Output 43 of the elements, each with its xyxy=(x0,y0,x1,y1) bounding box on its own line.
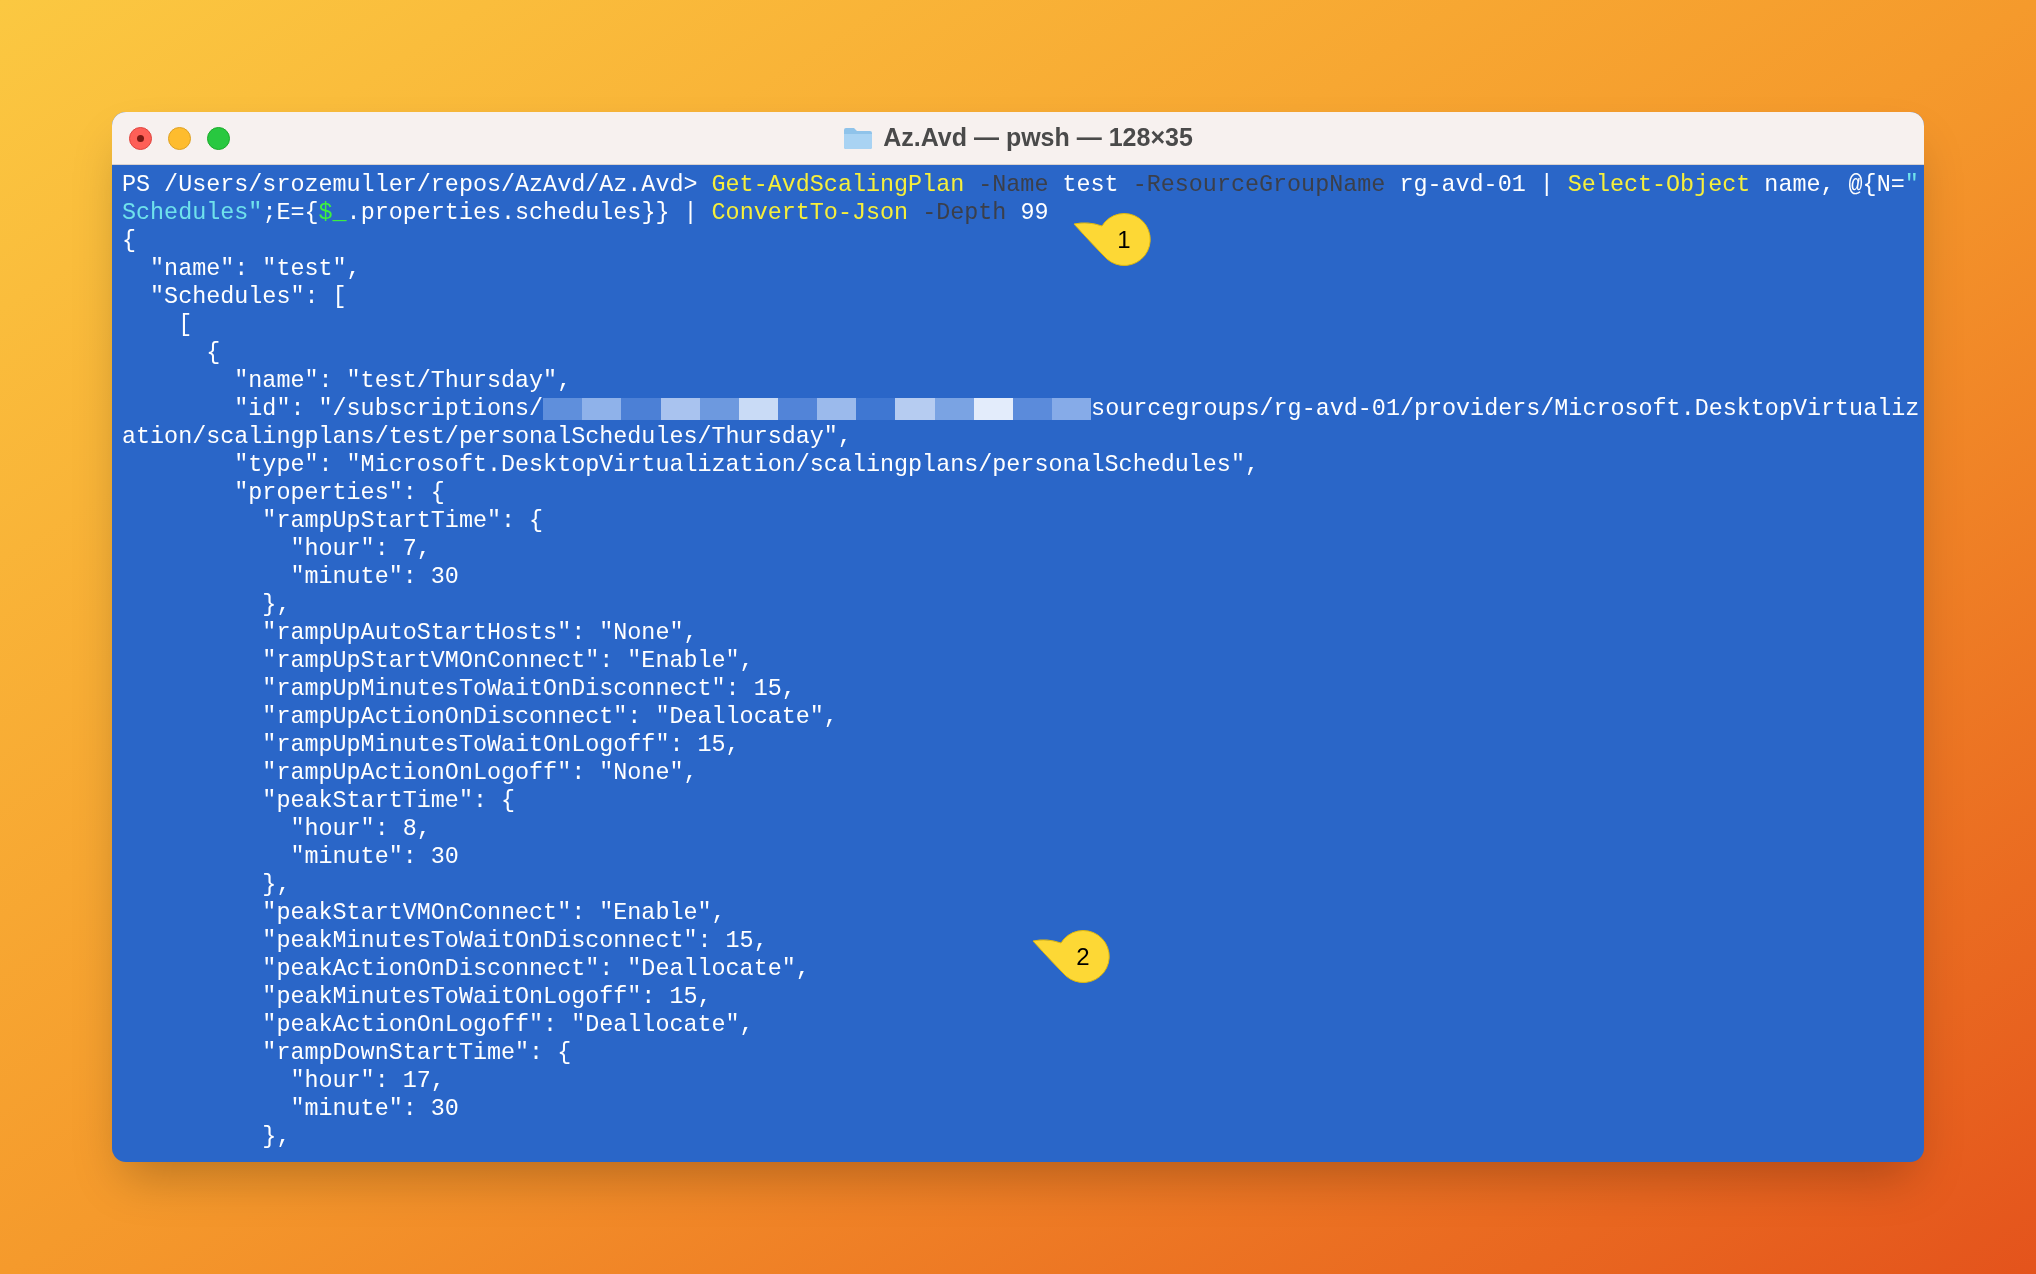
terminal-line: "peakMinutesToWaitOnLogoff": 15, xyxy=(261,983,712,1011)
minimize-button[interactable] xyxy=(168,126,191,150)
terminal-line: "minute": 30 xyxy=(289,843,459,871)
terminal-line: "peakStartVMOnConnect": "Enable", xyxy=(261,899,726,927)
callout-badge: 2 xyxy=(1031,929,1111,985)
terminal-line: "minute": 30 xyxy=(289,563,459,591)
terminal-line: "rampUpAutoStartHosts": "None", xyxy=(261,619,698,647)
terminal-line: "rampUpMinutesToWaitOnDisconnect": 15, xyxy=(261,675,796,703)
terminal-line: "rampDownStartTime": { xyxy=(261,1039,572,1067)
terminal-line: "rampUpMinutesToWaitOnLogoff": 15, xyxy=(261,731,740,759)
terminal-line: "minute": 30 xyxy=(289,1095,459,1123)
terminal-line: "peakMinutesToWaitOnDisconnect": 15, xyxy=(261,927,768,955)
terminal-line: "Schedules": [ xyxy=(149,283,347,311)
terminal-line: ation/scalingplans/test/personalSchedules/Thursday", xyxy=(122,423,852,451)
terminal-line: "name": "test", xyxy=(149,255,361,283)
terminal-line: "properties": { xyxy=(233,479,445,507)
folder-icon xyxy=(843,126,874,150)
terminal-line: { xyxy=(122,227,137,255)
terminal-line: "rampUpStartTime": { xyxy=(261,507,544,535)
terminal-line: "rampUpActionOnDisconnect": "Deallocate", xyxy=(261,703,838,731)
window-title: Az.Avd — pwsh — 128×35 xyxy=(883,122,1193,154)
terminal-line: "peakStartTime": { xyxy=(261,787,516,815)
terminal-line: [ xyxy=(177,311,193,339)
terminal-line: "peakActionOnDisconnect": "Deallocate", xyxy=(261,955,810,983)
terminal-line: "rampUpStartVMOnConnect": "Enable", xyxy=(261,647,754,675)
close-button[interactable] xyxy=(129,126,152,150)
terminal-line: { xyxy=(205,339,221,367)
terminal-line: "type": "Microsoft.DesktopVirtualization/scalingplans/personalSchedules", xyxy=(233,451,1259,479)
terminal-line: }, xyxy=(261,1123,291,1151)
terminal-line: }, xyxy=(261,871,291,899)
terminal-text: sourcegroups/rg-avd-01/providers/Microsoft.DesktopVirtualiz xyxy=(1091,395,1920,423)
terminal-line: "peakActionOnLogoff": "Deallocate", xyxy=(261,1011,754,1039)
callout-badge: 1 xyxy=(1072,212,1152,268)
terminal-line: "hour": 17, xyxy=(289,1067,445,1095)
terminal-line: "hour": 7, xyxy=(289,535,431,563)
terminal-line: Schedules";E={$_.properties.schedules}} | ConvertTo-Json -Depth 99 xyxy=(122,199,1049,227)
terminal-line: }, xyxy=(261,591,291,619)
zoom-button[interactable] xyxy=(207,126,230,150)
terminal-text: "id": "/subscriptions/ xyxy=(233,395,544,423)
terminal-line: "hour": 8, xyxy=(289,815,431,843)
terminal-line: PS /Users/srozemuller/repos/AzAvd/Az.Avd> Get-AvdScalingPlan -Name test -ResourceGroupName rg-avd-01 | Select-Object name, @{N=" xyxy=(122,171,1919,199)
terminal-line: "rampUpActionOnLogoff": "None", xyxy=(261,759,698,787)
terminal-line: "name": "test/Thursday", xyxy=(233,367,572,395)
